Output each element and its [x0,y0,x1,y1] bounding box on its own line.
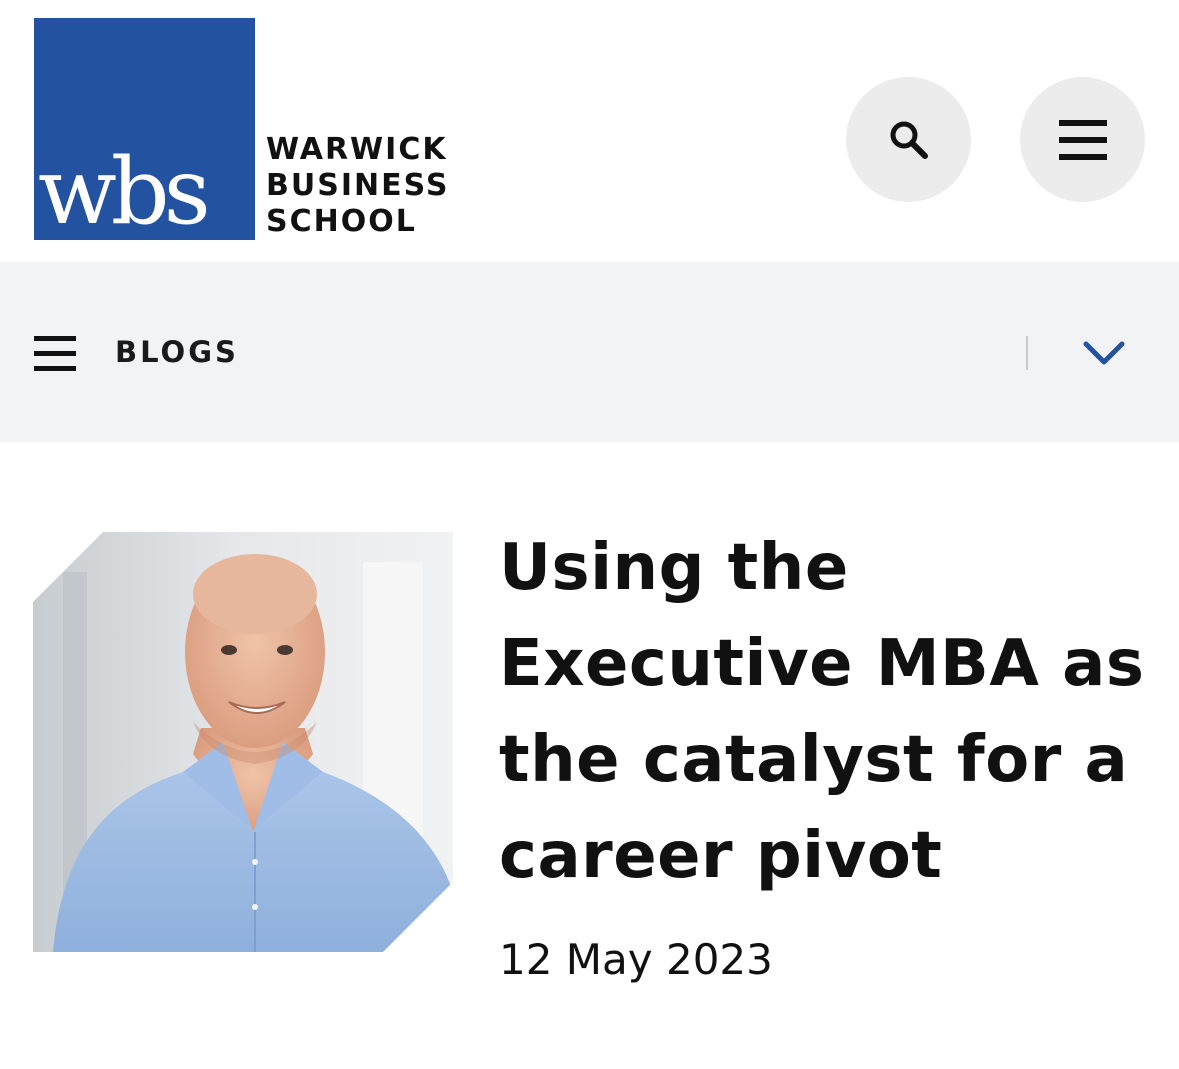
site-header: wbs WARWICK BUSINESS SCHOOL [0,0,1179,262]
logo-word-3: SCHOOL [266,204,417,239]
logo-mark: wbs [34,18,255,240]
section-dropdown-toggle[interactable] [1074,330,1134,376]
search-icon [890,121,928,159]
main-menu-button[interactable] [1020,77,1145,202]
section-title[interactable]: BLOGS [115,334,239,370]
logo-word-2: BUSINESS [266,168,450,203]
hamburger-menu-icon[interactable] [34,336,76,372]
divider [1026,336,1028,370]
hamburger-menu-icon [1058,119,1107,160]
logo-word-1: WARWICK [266,132,448,167]
author-photo [33,532,453,952]
article-title: Using the Executive MBA as the catalyst … [499,531,1145,893]
search-button[interactable] [846,77,971,202]
logo-wordmark: WARWICK BUSINESS SCHOOL [266,132,449,240]
logo-mark-text: wbs [38,138,211,245]
article-date: 12 May 2023 [499,935,773,984]
chevron-down-icon [1083,341,1125,365]
page: wbs WARWICK BUSINESS SCHOOL BLOGS Using … [0,0,1179,1069]
